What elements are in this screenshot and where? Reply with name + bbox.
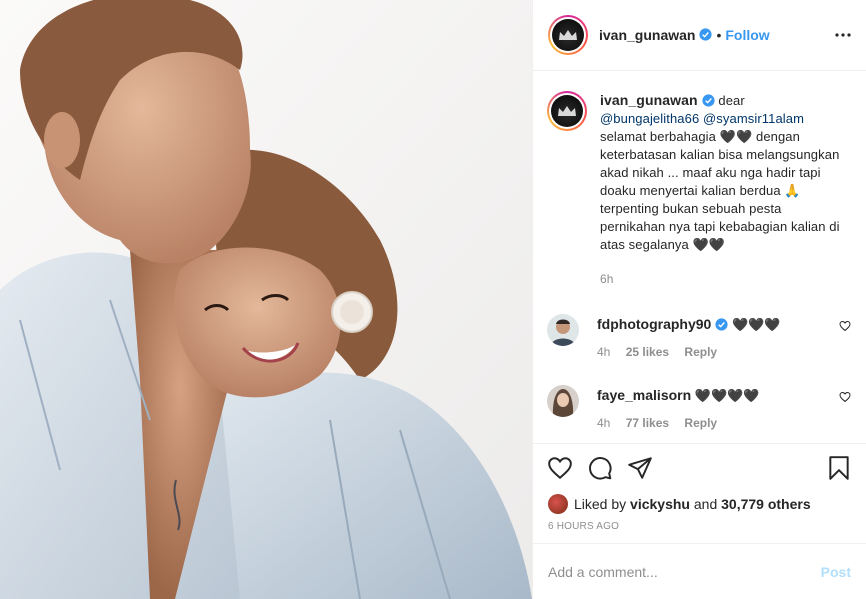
post-side-panel: ivan_gunawan • Follow ivan_gunawan dear … (532, 0, 866, 599)
couple-photo-illustration (0, 0, 532, 599)
comments-list[interactable]: ivan_gunawan dear @bungajelitha66 @syams… (533, 71, 866, 444)
caption-author-avatar[interactable] (547, 90, 587, 131)
comment-time[interactable]: 4h (597, 345, 610, 359)
comment-like-heart-icon[interactable] (839, 391, 851, 403)
follow-button[interactable]: Follow (725, 27, 769, 43)
likes-count[interactable]: 30,779 others (721, 496, 811, 512)
caption-lead: dear (718, 92, 745, 108)
header-separator: • (716, 26, 722, 43)
comment-like-heart-icon[interactable] (839, 320, 851, 332)
post-photo[interactable] (0, 0, 532, 599)
mention-link[interactable]: @bungajelitha66 (600, 111, 699, 126)
verified-badge-icon (699, 28, 713, 41)
liker-avatar[interactable] (548, 494, 568, 515)
caption: ivan_gunawan dear @bungajelitha66 @syams… (547, 90, 851, 288)
verified-badge-icon (715, 318, 728, 331)
save-bookmark-icon[interactable] (826, 455, 852, 481)
post-comment-button[interactable]: Post (821, 564, 851, 580)
mention-link[interactable]: @syamsir11alam (703, 111, 804, 126)
instagram-post-modal: ivan_gunawan • Follow ivan_gunawan dear … (0, 0, 866, 599)
comment-item: fdphotography90 🖤🖤🖤 4h 25 likes Reply (547, 313, 851, 359)
like-heart-icon[interactable] (547, 455, 573, 481)
verified-badge-icon (702, 94, 715, 107)
commenter-avatar[interactable] (547, 384, 579, 417)
post-header: ivan_gunawan • Follow (533, 0, 866, 71)
caption-time[interactable]: 6h (600, 270, 843, 288)
comment-text: 🖤🖤🖤 (731, 316, 781, 332)
caption-body: ivan_gunawan dear @bungajelitha66 @syams… (600, 91, 843, 288)
commenter-username[interactable]: fdphotography90 (597, 316, 711, 332)
caption-text: selamat berbahagia 🖤🖤 dengan keterbatasa… (600, 128, 840, 252)
liker-username[interactable]: vickyshu (630, 496, 690, 512)
post-timestamp[interactable]: 6 HOURS AGO (533, 521, 866, 543)
comment-bubble-icon[interactable] (587, 455, 613, 481)
likes-summary: Liked by vickyshu and 30,779 others (533, 493, 866, 515)
comment-time[interactable]: 4h (597, 416, 610, 430)
caption-username[interactable]: ivan_gunawan (600, 92, 698, 108)
add-comment-input[interactable] (548, 563, 821, 580)
reply-button[interactable]: Reply (684, 416, 717, 430)
comment-likes[interactable]: 77 likes (626, 416, 669, 430)
commenter-avatar[interactable] (547, 313, 579, 346)
share-send-icon[interactable] (627, 455, 653, 481)
add-comment-bar: Post (533, 543, 866, 599)
author-avatar[interactable] (548, 14, 588, 55)
reply-button[interactable]: Reply (684, 345, 717, 359)
author-username[interactable]: ivan_gunawan (599, 27, 695, 43)
post-actions (533, 444, 866, 494)
more-options-icon[interactable] (834, 26, 852, 44)
likes-mid: and (693, 496, 718, 513)
commenter-username[interactable]: faye_malisorn (597, 387, 691, 403)
comment-text: 🖤🖤🖤🖤 (694, 387, 760, 403)
crown-icon (558, 105, 576, 116)
comment-item: faye_malisorn 🖤🖤🖤🖤 4h 77 likes Reply (547, 384, 851, 430)
likes-prefix: Liked by (574, 496, 627, 513)
comment-likes[interactable]: 25 likes (626, 345, 669, 359)
crown-icon (559, 29, 577, 40)
